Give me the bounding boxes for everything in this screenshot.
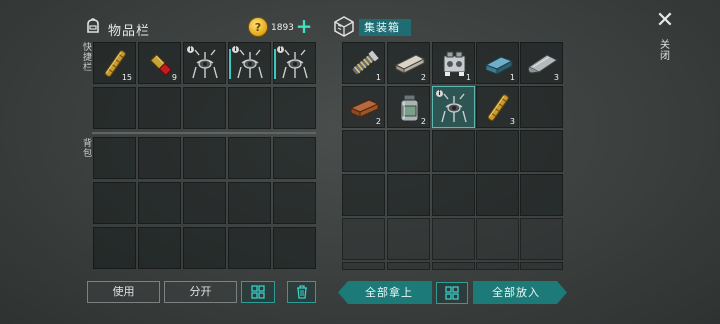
container-slot-empty[interactable] xyxy=(342,130,385,172)
coin-icon: ? xyxy=(248,17,268,37)
item-count: 1 xyxy=(509,73,515,82)
container-slot-metal-sheet[interactable]: 3 xyxy=(520,42,563,84)
container-slot-empty[interactable] xyxy=(476,130,519,172)
add-coins-button[interactable]: + xyxy=(295,16,313,36)
split-button[interactable]: 分开 xyxy=(164,281,237,303)
inventory-slot-empty[interactable] xyxy=(273,227,316,269)
container-slot-empty[interactable] xyxy=(387,130,430,172)
info-badge-icon: i xyxy=(187,46,194,53)
container-slot-bear-trap[interactable]: i xyxy=(432,86,475,128)
bear-trap-icon xyxy=(237,49,263,79)
equipped-marker xyxy=(229,49,231,79)
container-slot-empty[interactable] xyxy=(520,218,563,260)
inventory-slot-empty[interactable] xyxy=(228,182,271,224)
close-label: 关闭 xyxy=(660,40,670,62)
inventory-slot-empty[interactable] xyxy=(273,87,316,129)
container-slot-engine-block[interactable]: 1 xyxy=(432,42,475,84)
inventory-slot-empty[interactable] xyxy=(273,182,316,224)
container-slot-empty[interactable] xyxy=(342,262,385,270)
trash-icon xyxy=(296,285,307,299)
container-slot-empty[interactable] xyxy=(432,174,475,216)
use-button[interactable]: 使用 xyxy=(87,281,160,303)
item-count: 3 xyxy=(553,73,559,82)
info-badge-icon: i xyxy=(277,46,284,53)
item-count: 1 xyxy=(375,73,381,82)
container-slot-empty[interactable] xyxy=(387,218,430,260)
grid-icon xyxy=(445,286,459,300)
item-count: 2 xyxy=(420,117,426,126)
container-slot-empty[interactable] xyxy=(387,262,430,270)
inventory-slot-empty[interactable] xyxy=(183,87,226,129)
put-all-label: 全部放入 xyxy=(492,286,540,299)
inventory-slot-empty[interactable] xyxy=(228,87,271,129)
inventory-divider xyxy=(92,132,316,134)
inventory-slot-bear-trap[interactable]: i xyxy=(183,42,226,84)
inventory-slot-empty[interactable] xyxy=(183,137,226,179)
container-slot-empty[interactable] xyxy=(432,262,475,270)
quick-bar-label: 快捷栏 xyxy=(83,43,93,73)
inventory-slot-empty[interactable] xyxy=(138,87,181,129)
put-all-button[interactable]: 全部放入 xyxy=(473,281,567,304)
container-slot-brick[interactable]: 2 xyxy=(342,86,385,128)
container-slot-empty[interactable] xyxy=(476,262,519,270)
container-slot-wood-plank[interactable]: 2 xyxy=(387,42,430,84)
container-title: 集装箱 xyxy=(359,19,411,36)
discard-button[interactable] xyxy=(287,281,316,303)
container-slot-empty[interactable] xyxy=(342,218,385,260)
container-slot-glass-jar[interactable]: 2 xyxy=(387,86,430,128)
crate-icon xyxy=(334,16,354,37)
grid-icon xyxy=(251,285,265,299)
inventory-slot-empty[interactable] xyxy=(228,227,271,269)
close-button[interactable]: ✕ xyxy=(654,10,676,32)
inventory-slot-empty[interactable] xyxy=(228,137,271,179)
container-slot-empty[interactable] xyxy=(520,262,563,270)
backpack-icon xyxy=(87,18,99,33)
inventory-slot-empty[interactable] xyxy=(93,137,136,179)
bear-trap-icon xyxy=(441,93,467,123)
inventory-slot-empty[interactable] xyxy=(138,137,181,179)
sort-container-button[interactable] xyxy=(436,282,468,304)
container-slot-empty[interactable] xyxy=(476,218,519,260)
coin-count: 1893 xyxy=(271,23,294,33)
container-slot-empty[interactable] xyxy=(476,174,519,216)
container-slot-empty[interactable] xyxy=(342,174,385,216)
info-badge-icon: i xyxy=(232,46,239,53)
take-all-label: 全部拿上 xyxy=(365,286,413,299)
container-slot-empty[interactable] xyxy=(520,86,563,128)
inventory-slot-shotgun-shell[interactable]: 9 xyxy=(138,42,181,84)
inventory-slot-bamboo-stick[interactable]: 15 xyxy=(93,42,136,84)
container-slot-empty[interactable] xyxy=(520,130,563,172)
item-count: 3 xyxy=(509,117,515,126)
take-all-button[interactable]: 全部拿上 xyxy=(338,281,432,304)
inventory-slot-empty[interactable] xyxy=(93,87,136,129)
item-count: 2 xyxy=(375,117,381,126)
inventory-slot-bear-trap[interactable]: i xyxy=(228,42,271,84)
inventory-slot-empty[interactable] xyxy=(93,227,136,269)
item-count: 15 xyxy=(121,73,132,82)
inventory-slot-empty[interactable] xyxy=(138,227,181,269)
inventory-slot-empty[interactable] xyxy=(183,182,226,224)
bear-trap-icon xyxy=(282,49,308,79)
container-slot-spring-coil[interactable]: 1 xyxy=(342,42,385,84)
container-slot-empty[interactable] xyxy=(432,130,475,172)
container-slot-metal-ingot[interactable]: 1 xyxy=(476,42,519,84)
inventory-slot-bear-trap[interactable]: i xyxy=(273,42,316,84)
inventory-title: 物品栏 xyxy=(108,24,151,39)
item-count: 2 xyxy=(420,73,426,82)
container-slot-empty[interactable] xyxy=(432,218,475,260)
inventory-slot-empty[interactable] xyxy=(138,182,181,224)
item-count: 9 xyxy=(171,73,177,82)
sort-inventory-button[interactable] xyxy=(241,281,275,303)
equipped-marker xyxy=(274,49,276,79)
info-badge-icon: i xyxy=(436,90,443,97)
inventory-slot-empty[interactable] xyxy=(183,227,226,269)
bear-trap-icon xyxy=(192,49,218,79)
inventory-slot-empty[interactable] xyxy=(273,137,316,179)
inventory-slot-empty[interactable] xyxy=(93,182,136,224)
item-count: 1 xyxy=(465,73,471,82)
container-slot-empty[interactable] xyxy=(520,174,563,216)
container-slot-empty[interactable] xyxy=(387,174,430,216)
backpack-label: 背包 xyxy=(83,139,93,159)
container-slot-bamboo-stick[interactable]: 3 xyxy=(476,86,519,128)
